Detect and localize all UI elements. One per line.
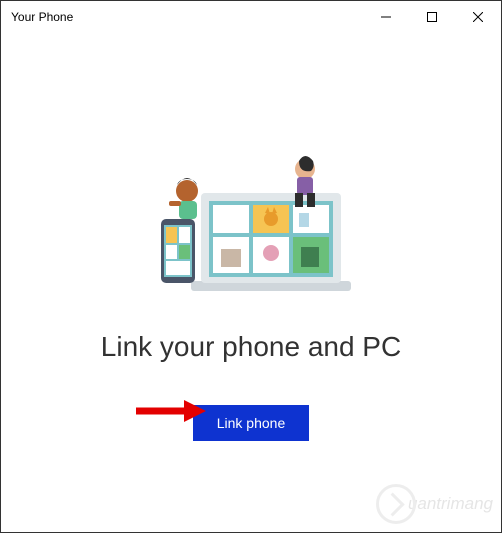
watermark-text: uantrimang — [408, 494, 493, 514]
link-phone-button[interactable]: Link phone — [193, 405, 309, 441]
titlebar: Your Phone — [1, 1, 501, 33]
page-title: Link your phone and PC — [101, 331, 401, 363]
close-icon — [473, 12, 483, 22]
maximize-icon — [427, 12, 437, 22]
minimize-icon — [381, 12, 391, 22]
window-controls — [363, 1, 501, 33]
minimize-button[interactable] — [363, 1, 409, 33]
maximize-button[interactable] — [409, 1, 455, 33]
watermark-logo-icon — [376, 484, 416, 524]
window-title: Your Phone — [11, 10, 73, 24]
content-area: Link your phone and PC Link phone — [1, 33, 501, 532]
phone-pc-illustration — [131, 153, 371, 303]
close-button[interactable] — [455, 1, 501, 33]
watermark: uantrimang — [376, 484, 493, 524]
link-phone-button-label: Link phone — [217, 415, 286, 431]
